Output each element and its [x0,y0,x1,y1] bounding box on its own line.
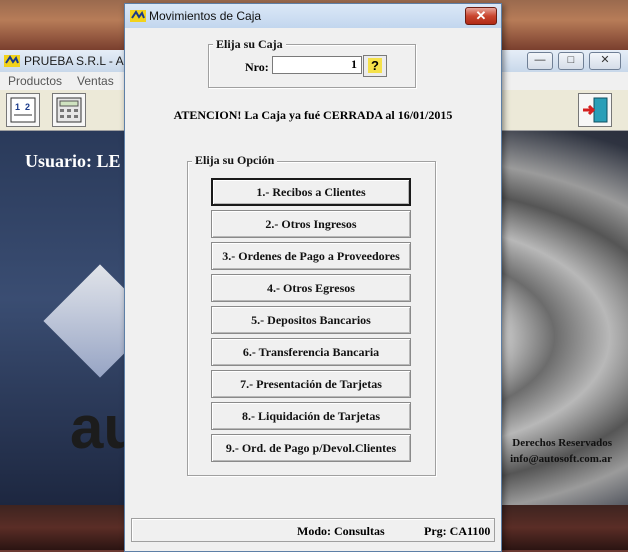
numbered-list-icon: 1 2 [10,97,36,123]
menu-productos[interactable]: Productos [8,74,62,88]
app-logo-icon [130,10,146,22]
toolbar-exit-button[interactable] [578,93,612,127]
dialog-titlebar: Movimientos de Caja ✕ [125,4,501,28]
rights-notice: Derechos Reservados info@autosoft.com.ar [510,435,612,467]
app-close-button[interactable]: ✕ [589,52,621,70]
caja-number-input[interactable]: 1 [272,56,362,74]
option-recibos-clientes-button[interactable]: 1.- Recibos a Clientes [211,178,411,206]
option-liquidacion-tarjetas-button[interactable]: 8.- Liquidación de Tarjetas [211,402,411,430]
option-presentacion-tarjetas-button[interactable]: 7.- Presentación de Tarjetas [211,370,411,398]
option-ordenes-pago-proveedores-button[interactable]: 3.- Ordenes de Pago a Proveedores [211,242,411,270]
dialog-title: Movimientos de Caja [149,9,262,23]
closed-notice: ATENCION! La Caja ya fué CERRADA al 16/0… [173,108,453,122]
option-otros-egresos-button[interactable]: 4.- Otros Egresos [211,274,411,302]
calculator-icon [56,97,82,123]
minimize-button[interactable]: — [527,52,553,70]
option-otros-ingresos-button[interactable]: 2.- Otros Ingresos [211,210,411,238]
app-logo-icon [4,55,20,67]
dialog-statusbar: Modo: Consultas Prg: CA1100 [131,518,495,542]
toolbar-calculator-button[interactable] [52,93,86,127]
rights-line: Derechos Reservados [512,437,612,449]
caja-lookup-button[interactable]: ? [363,55,387,77]
options-group-label: Elija su Opción [192,153,278,168]
status-program: Prg: CA1100 [424,524,491,538]
app-left-panel: Usuario: LE au [0,131,157,505]
exit-door-icon [583,97,608,123]
app-title: PRUEBA S.R.L - Aut [24,54,134,68]
menu-ventas[interactable]: Ventas [77,74,114,88]
option-transferencia-bancaria-button[interactable]: 6.- Transferencia Bancaria [211,338,411,366]
svg-text:1: 1 [15,102,20,112]
maximize-button[interactable]: □ [558,52,584,70]
option-devol-clientes-button[interactable]: 9.- Ord. de Pago p/Devol.Clientes [211,434,411,462]
svg-text:2: 2 [25,102,30,112]
nro-label: Nro: [245,60,269,74]
option-depositos-bancarios-button[interactable]: 5.- Depositos Bancarios [211,306,411,334]
close-icon: ✕ [475,8,487,23]
question-mark-icon: ? [368,58,382,73]
movimientos-de-caja-dialog: Movimientos de Caja ✕ Elija su Caja Nro:… [124,3,502,552]
dialog-close-button[interactable]: ✕ [465,7,497,25]
toolbar-numbers-button[interactable]: 1 2 [6,93,40,127]
caja-group-label: Elija su Caja [213,37,286,52]
contact-email: info@autosoft.com.ar [510,453,612,465]
status-mode: Modo: Consultas [297,524,385,538]
caja-number-value: 1 [351,57,357,71]
user-label: Usuario: LE [25,151,121,171]
